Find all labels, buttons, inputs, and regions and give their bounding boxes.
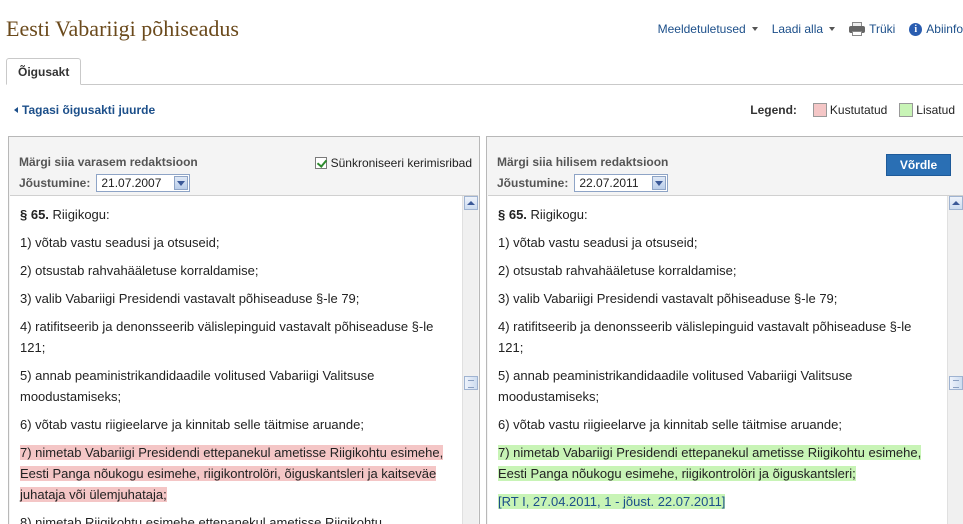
top-nav: Meeldetuletused Laadi alla Trüki i Abiin… bbox=[658, 22, 963, 36]
earlier-version-header: Märgi siia varasem redaktsioon Jõustumin… bbox=[9, 137, 479, 197]
print-link[interactable]: Trüki bbox=[849, 22, 895, 36]
deleted-text: 7) nimetab Vabariigi Presidendi ettepane… bbox=[20, 445, 444, 502]
compare-button[interactable]: Võrdle bbox=[886, 154, 951, 176]
list-item: 6) võtab vastu riigieelarve ja kinnitab … bbox=[498, 417, 842, 432]
legend-added: Lisatud bbox=[899, 103, 955, 117]
back-to-act-link[interactable]: Tagasi õigusakti juurde bbox=[14, 103, 155, 117]
later-date-value: 22.07.2011 bbox=[579, 176, 639, 190]
earlier-scrollbar[interactable] bbox=[462, 196, 478, 524]
effective-date-label: Jõustumine: bbox=[497, 176, 569, 190]
print-label: Trüki bbox=[869, 22, 896, 36]
later-scrollbar[interactable] bbox=[947, 196, 963, 524]
info-icon: i bbox=[909, 22, 923, 36]
list-item: 2) otsustab rahvahääletuse korraldamise; bbox=[498, 263, 737, 278]
effective-date-label: Jõustumine: bbox=[19, 176, 91, 190]
paragraph-heading: § 65. Riigikogu: bbox=[498, 207, 588, 222]
legend-added-label: Lisatud bbox=[916, 103, 955, 117]
dropdown-arrow-icon[interactable] bbox=[652, 176, 667, 190]
earlier-version-panel: Märgi siia varasem redaktsioon Jõustumin… bbox=[8, 136, 480, 524]
tab-divider bbox=[6, 84, 963, 85]
scroll-up-icon[interactable] bbox=[464, 196, 478, 210]
legend: Legend: Kustutatud Lisatud bbox=[750, 103, 955, 117]
reminders-label: Meeldetuletused bbox=[657, 22, 746, 36]
list-item: 5) annab peaministrikandidaadile volitus… bbox=[20, 368, 375, 404]
caret-down-icon bbox=[829, 27, 836, 31]
help-label: Abiinfo bbox=[926, 22, 963, 36]
earlier-version-content: § 65. Riigikogu: 1) võtab vastu seadusi … bbox=[10, 195, 478, 524]
deleted-swatch bbox=[812, 103, 827, 117]
list-item: 2) otsustab rahvahääletuse korraldamise; bbox=[20, 263, 259, 278]
added-text: 7) nimetab Vabariigi Presidendi ettepane… bbox=[498, 445, 922, 481]
sync-scrollbars-label: Sünkroniseeri kerimisribad bbox=[330, 156, 472, 170]
legend-deleted-label: Kustutatud bbox=[829, 103, 888, 117]
list-item: 8) nimetab Riigikohtu esimehe ettepaneku… bbox=[20, 515, 383, 524]
caret-down-icon bbox=[751, 27, 758, 31]
list-item: 1) võtab vastu seadusi ja otsuseid; bbox=[498, 235, 698, 250]
paragraph-heading: § 65. Riigikogu: bbox=[20, 207, 110, 222]
list-item: 3) valib Vabariigi Presidendi vastavalt … bbox=[20, 291, 360, 306]
list-item: 5) annab peaministrikandidaadile volitus… bbox=[498, 368, 853, 404]
back-link-label: Tagasi õigusakti juurde bbox=[22, 103, 156, 117]
arrow-left-icon bbox=[14, 107, 18, 113]
legend-deleted: Kustutatud bbox=[812, 103, 888, 117]
download-label: Laadi alla bbox=[771, 22, 824, 36]
list-item: 3) valib Vabariigi Presidendi vastavalt … bbox=[498, 291, 838, 306]
scroll-thumb[interactable] bbox=[949, 376, 963, 390]
sync-scrollbars-option[interactable]: Sünkroniseeri kerimisribad bbox=[314, 156, 472, 170]
list-item: 1) võtab vastu seadusi ja otsuseid; bbox=[20, 235, 220, 250]
download-menu[interactable]: Laadi alla bbox=[771, 22, 836, 36]
help-link[interactable]: i Abiinfo bbox=[909, 22, 963, 36]
scroll-thumb[interactable] bbox=[464, 376, 478, 390]
added-swatch bbox=[899, 103, 914, 117]
legend-label: Legend: bbox=[750, 103, 797, 117]
tab-legal-act[interactable]: Õigusakt bbox=[6, 58, 82, 85]
deleted-item: 7) nimetab Vabariigi Presidendi ettepane… bbox=[20, 442, 454, 505]
printer-icon bbox=[849, 22, 866, 36]
earlier-date-value: 21.07.2007 bbox=[101, 176, 162, 190]
page-title: Eesti Vabariigi põhiseadus bbox=[6, 16, 239, 41]
list-item: 6) võtab vastu riigieelarve ja kinnitab … bbox=[20, 417, 364, 432]
later-version-header: Märgi siia hilisem redaktsioon Jõustumin… bbox=[487, 137, 963, 197]
later-version-content: § 65. Riigikogu: 1) võtab vastu seadusi … bbox=[488, 195, 963, 524]
amendment-reference: [RT I, 27.04.2011, 1 - jõust. 22.07.2011… bbox=[498, 491, 939, 512]
later-date-select[interactable]: 22.07.2011 bbox=[574, 174, 669, 192]
sync-scrollbars-checkbox[interactable] bbox=[314, 157, 327, 169]
dropdown-arrow-icon[interactable] bbox=[174, 176, 189, 190]
later-version-panel: Märgi siia hilisem redaktsioon Jõustumin… bbox=[486, 136, 963, 524]
earlier-date-select[interactable]: 21.07.2007 bbox=[96, 174, 191, 192]
scroll-up-icon[interactable] bbox=[949, 196, 963, 210]
added-item: 7) nimetab Vabariigi Presidendi ettepane… bbox=[498, 442, 939, 484]
reminders-menu[interactable]: Meeldetuletused bbox=[658, 22, 758, 36]
list-item: 4) ratifitseerib ja denonsseerib välisle… bbox=[20, 319, 434, 355]
list-item: 4) ratifitseerib ja denonsseerib välisle… bbox=[498, 319, 912, 355]
later-version-title: Märgi siia hilisem redaktsioon bbox=[497, 155, 669, 169]
amendment-link[interactable]: [RT I, 27.04.2011, 1 - jõust. 22.07.2011… bbox=[498, 494, 726, 509]
